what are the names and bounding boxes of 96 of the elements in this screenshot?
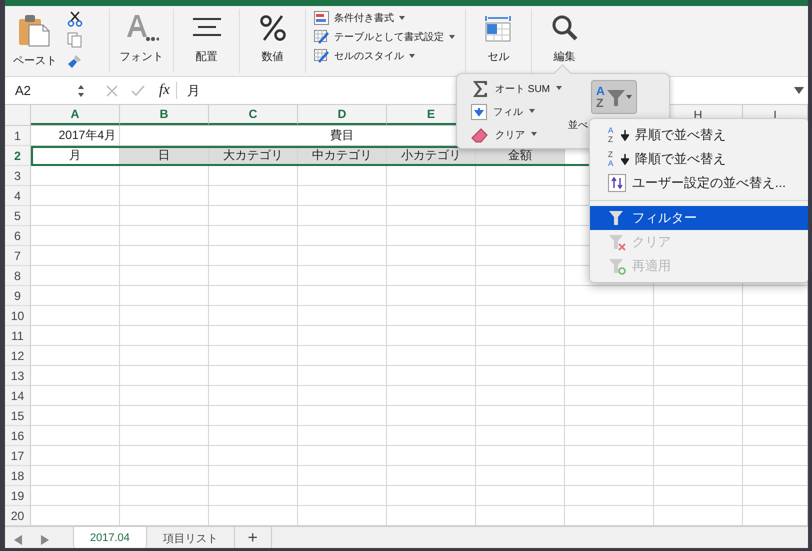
row-header[interactable]: 3 xyxy=(5,166,31,186)
column-header[interactable]: C xyxy=(248,107,258,121)
percent-icon xyxy=(258,13,288,43)
row-header[interactable]: 20 xyxy=(5,506,31,526)
sort-letter: A xyxy=(596,85,605,97)
number-format-button[interactable]: 数値 xyxy=(258,13,288,64)
row-header[interactable]: 7 xyxy=(5,246,31,266)
row-header[interactable]: 5 xyxy=(5,206,31,226)
magnifier-icon xyxy=(550,13,580,43)
edit-menu-button[interactable]: フィル xyxy=(471,102,562,121)
table-cell xyxy=(743,426,808,446)
sort-letter: Z xyxy=(596,97,604,109)
caret-icon xyxy=(556,86,562,91)
table-cell xyxy=(743,346,808,366)
caret-icon xyxy=(409,54,415,58)
column-header[interactable]: B xyxy=(160,107,168,121)
style-menu-button[interactable]: セルのスタイル xyxy=(314,49,415,63)
funnel-icon xyxy=(608,257,626,275)
cancel-icon[interactable] xyxy=(105,84,119,98)
table-cell: 2017年4月 xyxy=(31,126,120,146)
previous-sheet-icon[interactable] xyxy=(14,535,23,545)
caret-icon xyxy=(529,109,535,114)
cells-button[interactable]: セル xyxy=(482,13,516,64)
add-sheet-button[interactable]: + xyxy=(234,527,272,548)
edit-menu-button[interactable]: クリア xyxy=(471,125,562,144)
row-header[interactable]: 13 xyxy=(5,366,31,386)
table-cell xyxy=(743,326,808,346)
edit-menu-button[interactable]: オート SUM xyxy=(471,79,562,98)
function-button[interactable]: fx xyxy=(159,82,177,99)
row-header[interactable]: 17 xyxy=(5,446,31,466)
copy-icon[interactable] xyxy=(67,32,83,48)
column-header[interactable]: A xyxy=(70,107,80,121)
row-header[interactable]: 18 xyxy=(5,466,31,486)
column-header[interactable]: D xyxy=(338,107,346,121)
table-cell xyxy=(743,286,808,306)
caret-icon[interactable] xyxy=(794,86,804,94)
font-button[interactable]: フォント xyxy=(120,13,164,64)
row-header[interactable]: 8 xyxy=(5,266,31,286)
menu-item[interactable]: フィルター xyxy=(590,206,808,230)
edit-button[interactable]: 編集 xyxy=(550,13,580,64)
row-header[interactable]: 19 xyxy=(5,486,31,506)
menu-item[interactable]: A Z 昇順で並べ替え xyxy=(590,123,808,147)
funnel-icon xyxy=(608,209,626,227)
formula-input[interactable]: 月 xyxy=(186,82,200,100)
sort-letter: Z xyxy=(608,150,614,159)
sort-letter: A xyxy=(608,159,614,168)
table-cell xyxy=(743,406,808,426)
table-cell xyxy=(743,446,808,466)
table-cell xyxy=(743,366,808,386)
table-cell xyxy=(743,306,808,326)
check-icon[interactable] xyxy=(131,84,145,98)
sheet-tab[interactable]: 項目リスト xyxy=(146,527,235,548)
table-brush-icon xyxy=(314,49,329,63)
conditional-format-icon xyxy=(314,11,329,25)
column-header[interactable]: E xyxy=(426,107,435,121)
sort-letter: A xyxy=(608,126,614,135)
style-menu-button[interactable]: 条件付き書式 xyxy=(314,11,405,25)
row-header[interactable]: 11 xyxy=(5,326,31,346)
caret-icon xyxy=(449,34,455,40)
row-header[interactable]: 1 xyxy=(5,126,31,146)
scissors-icon[interactable] xyxy=(67,11,83,27)
align-button[interactable]: 配置 xyxy=(190,13,224,64)
paste-button[interactable]: ペースト xyxy=(13,13,57,68)
font-letter-icon xyxy=(124,13,158,43)
down-arrow-icon xyxy=(621,130,629,140)
sigma-icon xyxy=(471,80,489,98)
down-arrow-icon xyxy=(621,154,629,164)
row-header[interactable]: 9 xyxy=(5,286,31,306)
row-header[interactable]: 14 xyxy=(5,386,31,406)
table-cell xyxy=(743,386,808,406)
row-header[interactable]: 6 xyxy=(5,226,31,246)
sort-filter-label: 並べ xyxy=(568,119,588,132)
caret-icon xyxy=(399,16,405,20)
table-cell xyxy=(743,466,808,486)
sort-letter: Z xyxy=(608,135,614,144)
brush-icon[interactable] xyxy=(67,53,83,69)
name-box[interactable]: A2 xyxy=(5,83,77,98)
row-header[interactable]: 15 xyxy=(5,406,31,426)
menu-item[interactable]: ユーザー設定の並べ替え... xyxy=(590,171,808,195)
caret-icon xyxy=(626,94,632,100)
funnel-icon xyxy=(608,233,626,251)
row-header[interactable]: 2 xyxy=(5,146,31,166)
row-header[interactable]: 10 xyxy=(5,306,31,326)
table-cell xyxy=(743,486,808,506)
row-header[interactable]: 4 xyxy=(5,186,31,206)
style-menu-button[interactable]: テーブルとして書式設定 xyxy=(314,30,455,44)
custom-sort-icon xyxy=(608,174,626,192)
caret-icon xyxy=(531,132,537,137)
fill-down-icon xyxy=(471,104,487,120)
spinner-icon[interactable] xyxy=(77,82,85,98)
menu-item[interactable]: Z A 降順で並べ替え xyxy=(590,147,808,171)
row-header[interactable]: 16 xyxy=(5,426,31,446)
table-brush-icon xyxy=(314,30,329,44)
next-sheet-icon[interactable] xyxy=(40,535,49,545)
sheet-tab[interactable]: 2017.04 xyxy=(73,527,147,548)
row-header[interactable]: 12 xyxy=(5,346,31,366)
